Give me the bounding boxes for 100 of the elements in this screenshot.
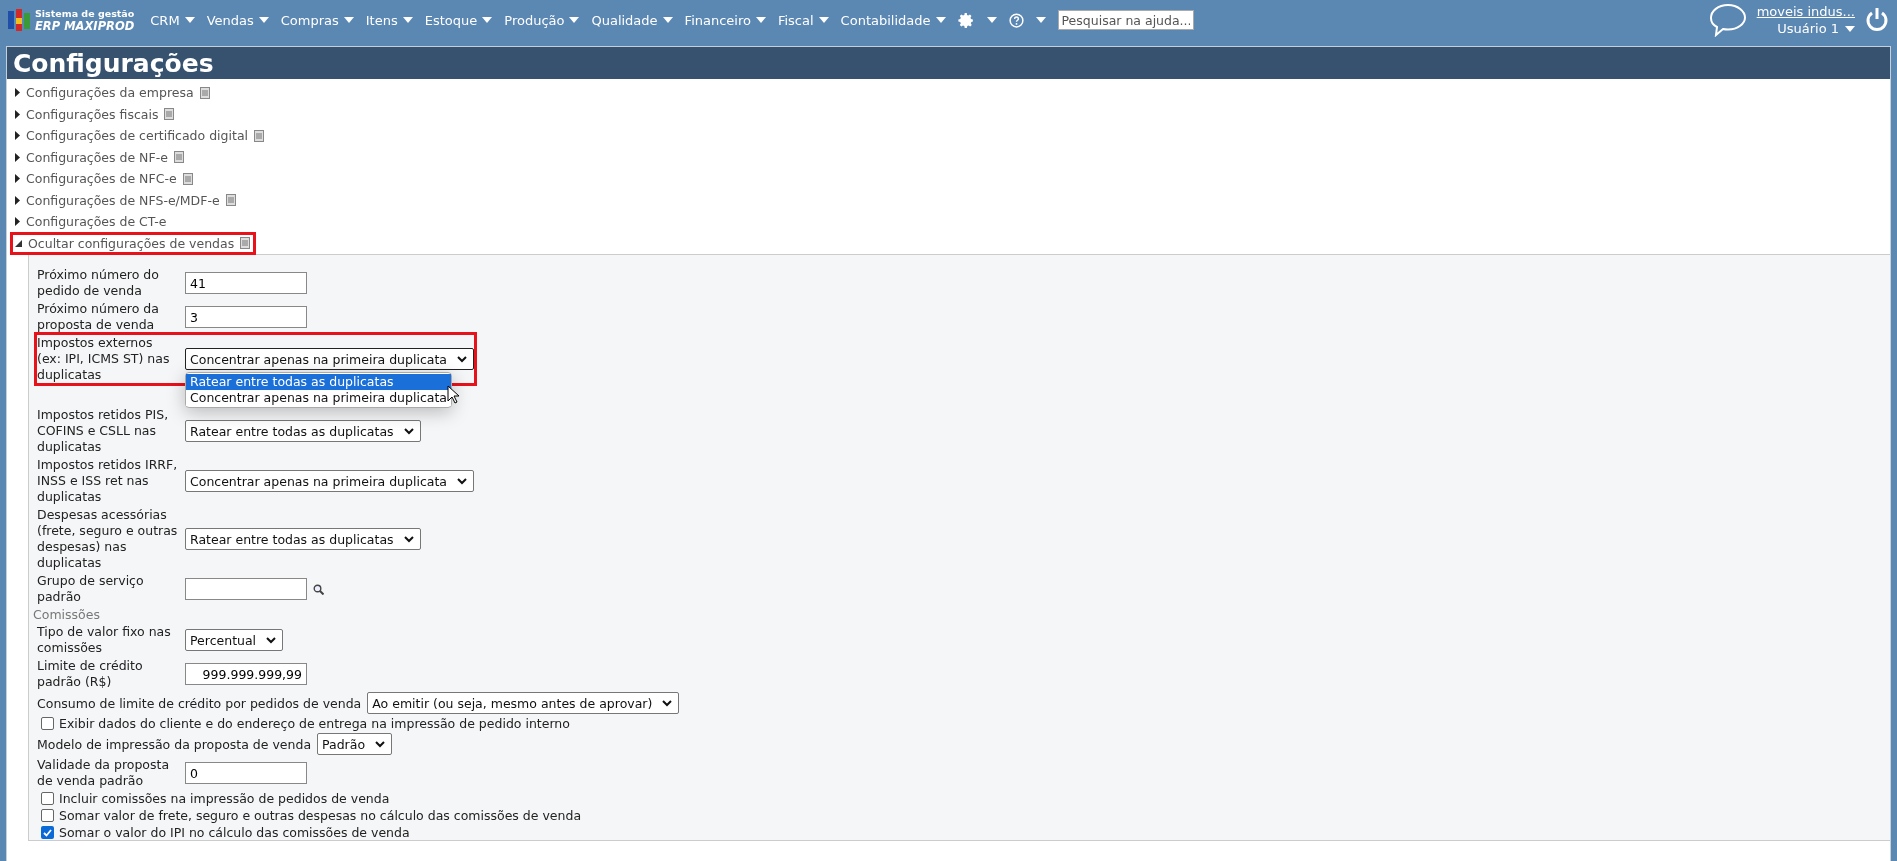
section-toggle[interactable]: Configurações da empresa [10,81,216,105]
input-field[interactable]: 3 [185,306,307,328]
checkbox-option[interactable]: Exibir dados do cliente e do endereço de entrega na impressão de pedido interno [41,716,1882,731]
note-icon[interactable] [182,172,193,185]
section-heading: Comissões [33,607,101,622]
field-label: Consumo de limite de crédito por pedidos de venda [37,695,362,711]
input-field[interactable]: 41 [185,272,307,294]
chevron-icon [457,355,467,363]
checkbox[interactable] [41,826,54,839]
expand-icon [15,217,20,227]
expand-icon [15,109,20,119]
section-toggle[interactable]: Configurações de NFC-e [10,167,199,191]
settings-caret-icon [986,17,997,23]
logo-text: ERP MAXIPROD [35,20,135,32]
expand-icon [15,174,20,184]
select-field[interactable]: Percentual [185,629,284,651]
chevron-icon [403,535,414,543]
menu-item[interactable]: Compras [280,12,354,28]
chevron-icon [403,427,414,435]
checkbox-option[interactable]: Somar valor de frete, seguro e outras despesas no cálculo das comissões de venda [41,808,1882,823]
field-label: Próximo número da proposta de venda [37,301,160,333]
page-title: Configurações [7,47,1890,79]
section-toggle[interactable]: Configurações de NFS-e/MDF-e [10,188,242,212]
checkbox[interactable] [41,809,54,822]
note-icon[interactable] [240,237,251,250]
select-field[interactable]: Ratear entre todas as duplicatas [185,528,421,550]
field-label: Modelo de impressão da proposta de venda [37,736,312,752]
caret-icon [662,17,673,23]
checkbox-option[interactable]: Somar o valor do IPI no cálculo das comissões de venda [41,825,1882,840]
field-label: Próximo número do pedido de venda [37,267,160,299]
select-field[interactable]: Concentrar apenas na primeira duplicata [185,348,474,370]
note-icon[interactable] [199,86,210,99]
section-toggle[interactable]: Configurações de certificado digital [10,124,270,148]
caret-icon [818,17,829,23]
caret-icon [184,17,195,23]
expand-icon [15,131,20,141]
chat-icon[interactable] [1708,3,1747,37]
checkbox-option[interactable]: Incluir comissões na impressão de pedidos de venda [41,791,1882,806]
power-icon[interactable] [1865,7,1889,33]
menu-item[interactable]: Qualidade [591,12,673,28]
field-label: Limite de crédito padrão (R$) [37,658,144,690]
field-label: Despesas acessórias (frete, seguro e outras despesas) nas duplicatas [37,507,179,571]
note-icon[interactable] [173,151,184,164]
dropdown-option[interactable]: Ratear entre todas as duplicatas [186,374,451,390]
menu-item[interactable]: Financeiro [684,12,766,28]
user-menu[interactable]: Usuário 1 [1777,21,1855,36]
collapse-icon [15,239,22,247]
chevron-icon [266,636,277,644]
expand-icon [15,152,20,162]
caret-icon [402,17,413,23]
expand-icon [15,195,20,205]
caret-icon [258,17,269,23]
chevron-icon [457,477,467,485]
help-caret-icon [1035,17,1046,23]
field-label: Tipo de valor fixo nas comissões [37,624,172,656]
field-label: Impostos externos (ex: IPI, ICMS ST) nas duplicatas [37,335,171,383]
input-field[interactable]: 0 [185,762,307,784]
caret-icon [569,17,580,23]
field-label: Impostos retidos PIS, COFINS e CSLL nas duplicatas [37,407,170,455]
field-label: Grupo de serviço padrão [37,573,145,605]
note-icon[interactable] [225,194,236,207]
menu-item[interactable]: Itens [365,12,413,28]
chevron-icon [375,740,386,748]
menu-item[interactable]: CRM [150,12,195,28]
help-icon[interactable] [1008,12,1024,28]
search-icon[interactable] [313,583,324,595]
caret-icon [343,17,354,23]
caret-icon [935,17,946,23]
menu-item[interactable]: Contabilidade [840,12,946,28]
field-label: Impostos retidos IRRF, INSS e ISS ret nas duplicatas [37,457,179,505]
expand-icon [15,88,20,98]
menu-item[interactable]: Vendas [206,12,269,28]
caret-icon [1845,25,1855,32]
caret-icon [482,17,493,23]
select-field[interactable]: Concentrar apenas na primeira duplicata [185,470,474,492]
menu-item[interactable]: Estoque [424,12,493,28]
section-toggle[interactable]: Configurações de CT-e [10,210,173,234]
field-label: Validade da proposta de venda padrão [37,757,171,789]
caret-icon [755,17,766,23]
company-link[interactable]: moveis indus... [1756,4,1855,19]
search-field[interactable]: Pesquisar na ajuda... [1057,10,1194,30]
menu-item[interactable]: Fiscal [777,12,829,28]
section-toggle[interactable]: Configurações fiscais [10,102,181,126]
logo-text: Sistema de gestão [35,8,135,20]
logo-icon [8,9,30,31]
note-icon[interactable] [254,129,264,142]
section-toggle[interactable]: Configurações de NF-e [10,145,190,169]
dropdown-option[interactable]: Concentrar apenas na primeira duplicata [186,390,451,406]
chevron-icon [662,699,673,707]
menu-item[interactable]: Produção [504,12,580,28]
input-field[interactable] [185,578,307,600]
note-icon[interactable] [164,108,175,121]
input-field[interactable]: 999.999.999,99 [185,663,307,685]
select-field[interactable]: Ao emitir (ou seja, mesmo antes de aprovar) [367,692,680,714]
select-field[interactable]: Padrão [317,733,393,755]
checkbox[interactable] [41,717,54,730]
checkbox[interactable] [41,792,54,805]
settings-icon[interactable] [957,11,975,29]
select-field[interactable]: Ratear entre todas as duplicatas [185,420,421,442]
section-toggle[interactable]: Ocultar configurações de vendas [10,231,257,255]
